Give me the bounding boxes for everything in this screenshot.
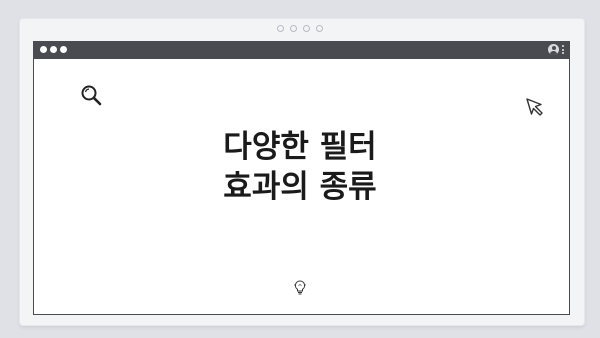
slide-title: 다양한 필터 효과의 종류 — [0, 127, 600, 207]
title-line-1: 다양한 필터 — [223, 129, 377, 165]
lightbulb-icon — [294, 280, 306, 295]
maximize-dot[interactable] — [60, 46, 67, 53]
search-icon — [81, 85, 102, 106]
titlebar-actions — [548, 44, 564, 55]
cursor-icon — [526, 98, 543, 116]
title-line-2: 효과의 종류 — [223, 169, 377, 205]
pagination-dot — [277, 25, 284, 32]
window-titlebar — [34, 42, 569, 59]
pagination-dots — [0, 25, 600, 32]
minimize-dot[interactable] — [50, 46, 57, 53]
kebab-menu-icon[interactable] — [562, 45, 564, 54]
pagination-dot — [316, 25, 323, 32]
user-icon[interactable] — [548, 44, 559, 55]
pagination-dot — [303, 25, 310, 32]
pagination-dot — [290, 25, 297, 32]
stage: 다양한 필터 효과의 종류 — [0, 0, 600, 338]
close-dot[interactable] — [40, 46, 47, 53]
window-controls — [40, 46, 67, 53]
